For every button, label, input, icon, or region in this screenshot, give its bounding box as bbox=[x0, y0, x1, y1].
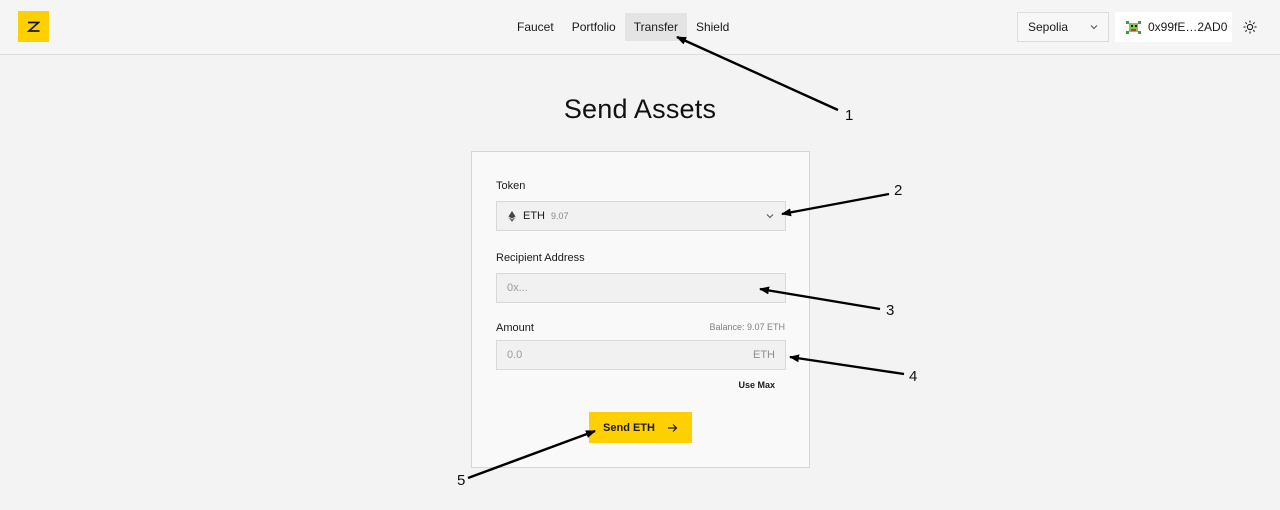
sun-icon[interactable] bbox=[1243, 20, 1257, 34]
wallet-button[interactable]: 0x99fE…2AD0 bbox=[1115, 12, 1232, 42]
eth-icon bbox=[508, 210, 516, 222]
app-logo[interactable] bbox=[18, 11, 49, 42]
amount-input[interactable] bbox=[497, 341, 785, 369]
amount-label: Amount bbox=[496, 322, 534, 334]
amount-unit: ETH bbox=[753, 349, 775, 361]
network-selector[interactable]: Sepolia bbox=[1017, 12, 1109, 42]
send-form-card: Token ETH 9.07 Recipient Address Amount … bbox=[471, 151, 810, 468]
use-max-button[interactable]: Use Max bbox=[738, 380, 775, 390]
avatar bbox=[1125, 18, 1142, 36]
recipient-address-input[interactable] bbox=[497, 274, 785, 302]
nav-transfer[interactable]: Transfer bbox=[624, 13, 687, 41]
recipient-label: Recipient Address bbox=[496, 252, 585, 264]
nav-portfolio[interactable]: Portfolio bbox=[563, 13, 625, 41]
chevron-down-icon bbox=[1090, 25, 1098, 30]
main-nav: Faucet Portfolio Transfer Shield bbox=[508, 13, 738, 41]
token-select[interactable]: ETH 9.07 bbox=[496, 201, 786, 231]
network-label: Sepolia bbox=[1028, 20, 1069, 34]
balance-text: Balance: 9.07 ETH bbox=[709, 322, 785, 332]
token-symbol: ETH bbox=[523, 210, 545, 222]
annotation-number-2: 2 bbox=[894, 182, 903, 199]
recipient-field bbox=[496, 273, 786, 303]
top-bar: Faucet Portfolio Transfer Shield Sepolia… bbox=[0, 0, 1280, 55]
annotation-number-4: 4 bbox=[909, 368, 918, 385]
page-title: Send Assets bbox=[563, 94, 717, 124]
token-balance: 9.07 bbox=[551, 211, 569, 221]
token-label: Token bbox=[496, 180, 526, 192]
annotation-number-1: 1 bbox=[845, 107, 854, 124]
amount-field: ETH bbox=[496, 340, 786, 370]
annotation-number-5: 5 bbox=[457, 472, 466, 489]
send-button-label: Send ETH bbox=[603, 421, 655, 434]
annotation-number-3: 3 bbox=[886, 302, 895, 319]
wallet-address: 0x99fE…2AD0 bbox=[1148, 20, 1228, 34]
logo-icon bbox=[27, 21, 40, 32]
arrow-right-icon bbox=[667, 423, 678, 432]
nav-shield[interactable]: Shield bbox=[687, 13, 738, 41]
send-eth-button[interactable]: Send ETH bbox=[589, 412, 692, 443]
chevron-down-icon bbox=[766, 214, 774, 219]
nav-faucet[interactable]: Faucet bbox=[508, 13, 563, 41]
